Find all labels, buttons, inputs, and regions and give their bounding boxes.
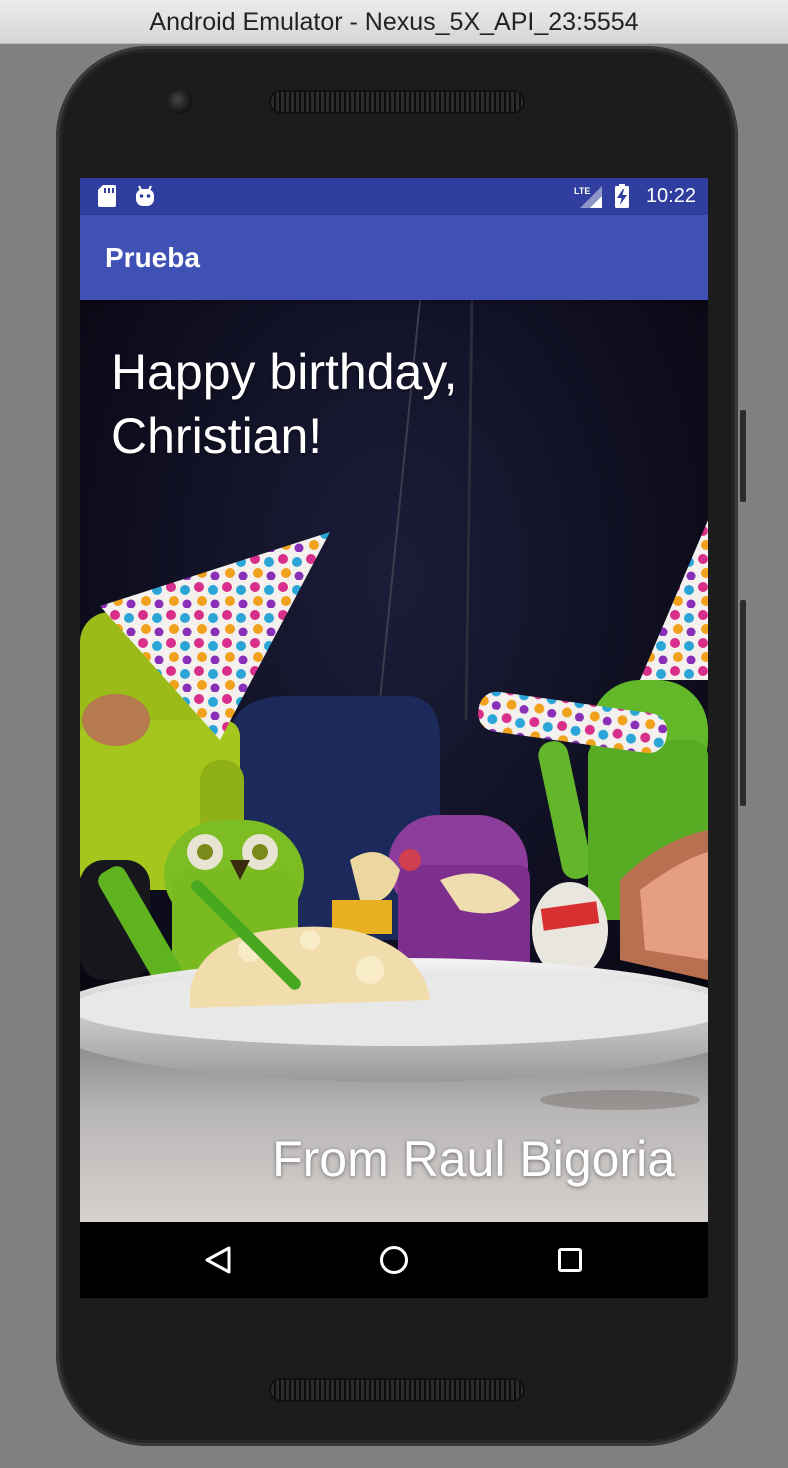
sd-card-icon xyxy=(98,185,116,212)
home-icon[interactable] xyxy=(370,1236,418,1284)
birthday-card: Happy birthday, Christian! From Raul Big… xyxy=(80,300,708,1222)
lte-label: LTE xyxy=(574,186,590,196)
app-title: Prueba xyxy=(105,242,200,273)
navigation-bar xyxy=(80,1222,708,1298)
top-speaker xyxy=(271,92,523,112)
power-button[interactable] xyxy=(740,410,746,502)
app-bar: Prueba xyxy=(80,215,708,300)
status-time: 10:22 xyxy=(645,185,696,207)
device-screen: LTE 10:22 Prueba Happy birthday, Christi… xyxy=(80,178,708,1298)
recents-icon[interactable] xyxy=(546,1236,594,1284)
window-title-bar: Android Emulator - Nexus_5X_API_23:5554 xyxy=(0,0,788,44)
bottom-speaker xyxy=(271,1380,523,1400)
android-debug-icon xyxy=(134,185,156,212)
status-bar: LTE 10:22 xyxy=(80,178,708,215)
front-camera xyxy=(168,90,192,114)
greeting-text: Happy birthday, Christian! xyxy=(111,344,458,464)
back-icon[interactable] xyxy=(194,1236,242,1284)
signature-text: From Raul Bigoria xyxy=(272,1131,675,1187)
window-title: Android Emulator - Nexus_5X_API_23:5554 xyxy=(149,8,639,36)
volume-button[interactable] xyxy=(740,600,746,806)
lte-signal-icon: LTE xyxy=(574,184,602,213)
battery-charging-icon xyxy=(614,184,630,213)
